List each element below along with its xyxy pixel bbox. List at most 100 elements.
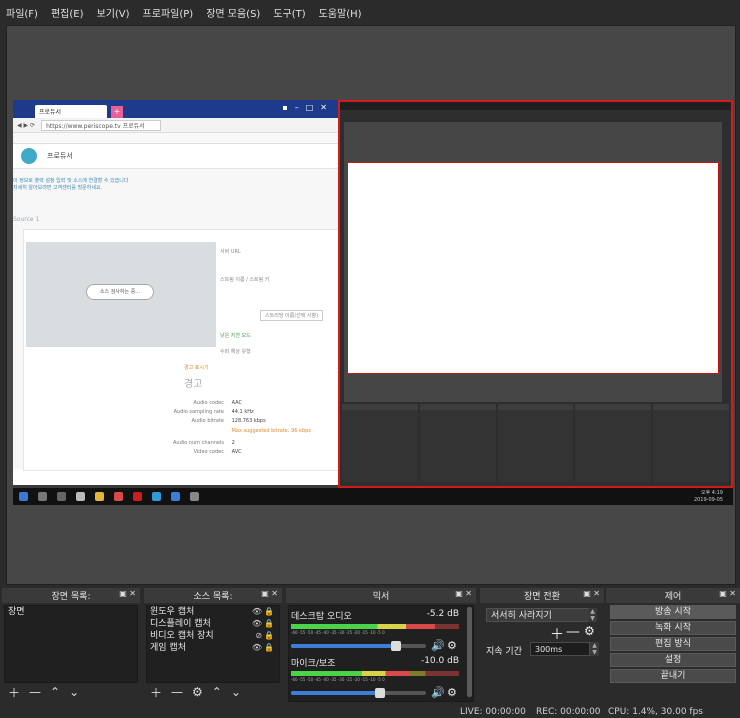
slider-fill	[291, 691, 381, 695]
remove-icon[interactable]: —	[29, 685, 41, 699]
eye-lock-icon[interactable]: 👁🔒	[252, 618, 276, 630]
gear-icon[interactable]: ⚙	[447, 639, 457, 652]
exit-button[interactable]: 끝내기	[610, 669, 736, 683]
select-arrows-icon[interactable]: ▲ ▼	[588, 608, 597, 622]
stat-row: Max suggested bitrate: 96 kbps	[114, 428, 354, 434]
channel-header: 마이크/보조 -10.0 dB	[291, 656, 459, 669]
stat-label: Audio num channels	[173, 440, 224, 446]
display-capture	[338, 100, 733, 488]
list-item[interactable]: 디스플레이 캡처 👁🔒	[147, 618, 279, 630]
meter-fill	[291, 671, 409, 676]
duration-spinner-icon[interactable]: ▲ ▼	[590, 642, 599, 656]
start-recording-button[interactable]: 녹화 시작	[610, 621, 736, 635]
warning-title: 경고	[184, 379, 203, 390]
scrollbar-thumb[interactable]	[467, 607, 472, 697]
move-down-icon[interactable]: ⌄	[231, 685, 241, 699]
page-note: 이 정보로 출력 설정 입력 및 소스에 연결할 수 있습니다 자세히 알아보려…	[13, 177, 129, 191]
slider-knob[interactable]	[375, 688, 386, 698]
add-icon[interactable]: ＋	[150, 684, 162, 701]
stat-value: 128.763 kbps	[231, 418, 266, 424]
menu-scene-collection[interactable]: 장면 모음(S)	[200, 5, 267, 20]
window-controls-icon: ▪–□✕	[282, 103, 334, 112]
eye-lock-icon[interactable]: 👁🔒	[252, 606, 276, 618]
app-icon	[76, 492, 85, 501]
sources-dock-title: 소스 목록: ▣ ✕	[144, 588, 282, 603]
volume-slider[interactable]	[291, 688, 426, 698]
mixer-scrollbar[interactable]	[467, 607, 472, 697]
meter-scale: -60 -55 -50 -45 -40 -35 -30 -25 -20 -15 …	[291, 630, 385, 635]
duration-input[interactable]: 300ms	[530, 642, 590, 656]
nested-dock	[342, 404, 418, 482]
windows-taskbar: 오후 4:19 2019-09-05	[13, 488, 733, 505]
page-note-line-2: 자세히 알아보려면 고객센터를 방문하세요.	[13, 185, 103, 191]
volume-slider[interactable]	[291, 641, 426, 651]
menu-tools[interactable]: 도구(T)	[267, 5, 312, 20]
sources-title: 소스 목록:	[193, 592, 233, 602]
move-down-icon[interactable]: ⌄	[69, 685, 79, 699]
dock-float-close-icon[interactable]: ▣ ✕	[119, 589, 136, 598]
dock-float-close-icon[interactable]: ▣ ✕	[719, 589, 736, 598]
move-up-icon[interactable]: ⌃	[212, 685, 222, 699]
eye-lock-icon[interactable]: 👁🔒	[252, 642, 276, 654]
transition-select[interactable]: 서서히 사라지기	[486, 608, 594, 622]
speaker-icon[interactable]: 🔊	[431, 686, 445, 699]
transitions-title: 장면 전환	[524, 592, 560, 602]
page-header-title: 프로듀서	[47, 152, 73, 160]
list-item[interactable]: 윈도우 캡처 👁🔒	[147, 606, 279, 618]
stat-label: Video codec	[193, 449, 224, 455]
nested-dock	[575, 404, 652, 482]
obs-icon	[190, 492, 199, 501]
mixer-title: 믹서	[372, 592, 390, 602]
scenes-toolbar: ＋ — ⌃ ⌄	[2, 683, 140, 701]
menu-help[interactable]: 도움말(H)	[313, 5, 369, 20]
slider-knob[interactable]	[391, 641, 402, 651]
scenes-dock-title: 장면 목록: ▣ ✕	[2, 588, 140, 603]
gear-icon[interactable]: ⚙	[447, 686, 457, 699]
duration-label: 지속 기간	[486, 647, 522, 657]
browser-tab: 프로듀서	[35, 105, 107, 118]
list-item[interactable]: 비디오 캡처 장치 ⊘🔒	[147, 630, 279, 642]
nested-dock	[497, 404, 574, 482]
menu-file[interactable]: 파일(F)	[0, 5, 45, 20]
preview-canvas[interactable]: 프로듀서 + ▪–□✕ ◀ ▶ ⟳ https://www.periscope.…	[13, 100, 733, 505]
start-streaming-button[interactable]: 방송 시작	[610, 605, 736, 619]
menu-edit[interactable]: 편집(E)	[45, 5, 91, 20]
status-bar: LIVE: 00:00:00 REC: 00:00:00 CPU: 1.4%, …	[0, 707, 740, 718]
source-name: 윈도우 캡처	[150, 607, 195, 617]
remove-icon[interactable]: —	[171, 685, 183, 699]
dock-float-close-icon[interactable]: ▣ ✕	[583, 589, 600, 598]
browser-page-header: 프로듀서	[13, 144, 338, 169]
low-latency-option: 낮은 지연 모드	[220, 333, 251, 339]
stat-value: 44.1 kHz	[231, 409, 254, 415]
move-up-icon[interactable]: ⌃	[50, 685, 60, 699]
gear-icon[interactable]: ⚙	[584, 624, 595, 638]
transitions-dock-title: 장면 전환 ▣ ✕	[480, 588, 604, 603]
list-item[interactable]: 장면	[5, 606, 137, 618]
menu-view[interactable]: 보기(V)	[91, 5, 137, 20]
browser-page-body: 이 정보로 출력 설정 입력 및 소스에 연결할 수 있습니다 자세히 알아보려…	[13, 169, 339, 471]
task-view-icon	[57, 492, 66, 501]
dock-float-close-icon[interactable]: ▣ ✕	[455, 589, 472, 598]
scenes-list[interactable]: 장면	[4, 605, 138, 683]
warning-indicator-label: 경고 표시기	[184, 365, 209, 371]
sources-list[interactable]: 윈도우 캡처 👁🔒 디스플레이 캡처 👁🔒 비디오 캡처 장치 ⊘🔒 게임 캡처…	[146, 605, 280, 683]
server-url-label: 서버 URL	[220, 249, 241, 255]
gear-icon[interactable]: ⚙	[192, 685, 203, 699]
source-panel: 소스 검사하는 중... 서버 URL 스트림 이름 / 스트림 키 스트리밍 …	[23, 229, 339, 471]
controls-dock: 제어 ▣ ✕ 방송 시작 녹화 시작 편집 방식 설정 끝내기	[606, 588, 740, 706]
folder-icon	[95, 492, 104, 501]
list-item[interactable]: 게임 캡처 👁🔒	[147, 642, 279, 654]
settings-button[interactable]: 설정	[610, 653, 736, 667]
menu-profile[interactable]: 프로파일(P)	[137, 5, 201, 20]
eye-hidden-lock-icon[interactable]: ⊘🔒	[255, 630, 276, 642]
taskbar-time: 오후 4:19	[700, 490, 723, 496]
speaker-icon[interactable]: 🔊	[431, 639, 445, 652]
remove-icon[interactable]: —	[566, 624, 580, 640]
controls-title: 제어	[664, 592, 682, 602]
add-icon[interactable]: ＋	[8, 684, 20, 701]
add-icon[interactable]: ＋	[550, 624, 564, 644]
browser-capture: 프로듀서 + ▪–□✕ ◀ ▶ ⟳ https://www.periscope.…	[13, 100, 339, 485]
taskbar-clock: 오후 4:19 2019-09-05	[694, 490, 723, 504]
studio-mode-button[interactable]: 편집 방식	[610, 637, 736, 651]
dock-float-close-icon[interactable]: ▣ ✕	[261, 589, 278, 598]
